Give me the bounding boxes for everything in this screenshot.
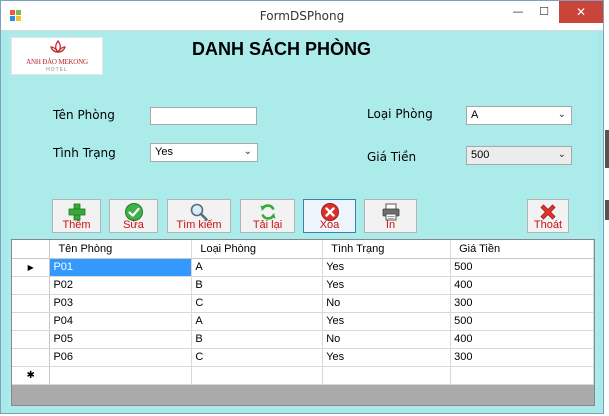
table-cell[interactable]: 500 — [450, 258, 594, 277]
phong-table: Tên Phòng Loại Phòng Tình Trạng Giá Tiền… — [12, 240, 594, 385]
gia-tien-select[interactable]: 500 ⌄ — [466, 146, 572, 165]
table-cell[interactable]: Yes — [322, 258, 452, 277]
tim-kiem-label: Tìm kiếm — [176, 219, 222, 231]
table-header-row: Tên Phòng Loại Phòng Tình Trạng Giá Tiền — [12, 240, 594, 259]
table-cell[interactable]: P01 — [49, 258, 193, 277]
table-cell[interactable]: No — [322, 294, 452, 313]
table-cell[interactable]: Yes — [322, 312, 452, 331]
maximize-button[interactable]: ☐ — [531, 1, 557, 23]
row-header-corner[interactable] — [12, 240, 51, 259]
ten-phong-input[interactable] — [150, 107, 257, 125]
table-cell[interactable]: B — [191, 276, 324, 295]
table-cell[interactable]: P02 — [49, 276, 193, 295]
row-header[interactable] — [12, 312, 51, 331]
xoa-label: Xóa — [319, 219, 340, 231]
title-bar: FormDSPhong — ☐ ✕ — [1, 1, 603, 31]
loai-phong-select[interactable]: A ⌄ — [466, 106, 572, 125]
xoa-button[interactable]: Xóa — [303, 199, 356, 233]
current-row-marker-icon[interactable]: ▶ — [12, 258, 51, 277]
in-label: In — [385, 219, 396, 231]
table-row[interactable]: P04 A Yes 500 — [12, 312, 594, 331]
hotel-logo: ANH ĐÀO MEKONG HOTEL — [11, 37, 103, 75]
table-cell[interactable] — [450, 366, 594, 385]
table-cell[interactable]: 300 — [450, 348, 594, 367]
phong-data-grid[interactable]: Tên Phòng Loại Phòng Tình Trạng Giá Tiền… — [11, 239, 595, 406]
form-client-area: ANH ĐÀO MEKONG HOTEL DANH SÁCH PHÒNG Tên… — [8, 31, 598, 409]
row-header[interactable] — [12, 294, 51, 313]
thoat-button[interactable]: Thoát — [527, 199, 569, 233]
column-header-ten-phong[interactable]: Tên Phòng — [49, 240, 193, 259]
gia-tien-value: 500 — [471, 149, 490, 161]
table-cell[interactable]: 400 — [450, 276, 594, 295]
in-button[interactable]: In — [364, 199, 417, 233]
table-cell[interactable] — [49, 366, 193, 385]
table-cell[interactable]: Yes — [322, 348, 452, 367]
table-row[interactable]: P05 B No 400 — [12, 330, 594, 349]
them-label: Thêm — [62, 219, 91, 231]
logo-sub-text: HOTEL — [46, 67, 68, 73]
table-cell[interactable] — [191, 366, 324, 385]
sua-label: Sửa — [123, 219, 144, 231]
tinh-trang-value: Yes — [155, 146, 173, 158]
row-header[interactable] — [12, 330, 51, 349]
them-button[interactable]: Thêm — [52, 199, 101, 233]
table-cell[interactable]: P06 — [49, 348, 193, 367]
new-row-asterisk-icon[interactable]: ✱ — [12, 366, 51, 385]
row-header[interactable] — [12, 348, 51, 367]
chevron-down-icon: ⌄ — [557, 109, 566, 120]
table-cell[interactable]: 500 — [450, 312, 594, 331]
close-button[interactable]: ✕ — [559, 1, 603, 23]
gia-tien-label: Giá Tiền — [367, 150, 417, 164]
app-window: FormDSPhong — ☐ ✕ ANH ĐÀO MEKONG HOTEL D… — [0, 0, 604, 414]
column-header-gia-tien[interactable]: Giá Tiền — [450, 240, 594, 259]
page-title: DANH SÁCH PHÒNG — [192, 39, 372, 59]
table-row[interactable]: P03 C No 300 — [12, 294, 594, 313]
tai-lai-button[interactable]: Tải lại — [240, 199, 295, 233]
minimize-button[interactable]: — — [505, 1, 531, 23]
table-cell[interactable]: C — [191, 348, 324, 367]
thoat-label: Thoát — [533, 219, 563, 231]
chevron-down-icon: ⌄ — [243, 146, 252, 157]
new-row[interactable]: ✱ — [12, 366, 594, 385]
background-window-edge — [605, 130, 609, 168]
background-window-edge — [605, 200, 609, 220]
table-cell[interactable]: P04 — [49, 312, 193, 331]
table-cell[interactable]: P05 — [49, 330, 193, 349]
chevron-down-icon: ⌄ — [557, 149, 566, 160]
ten-phong-label: Tên Phòng — [53, 108, 115, 122]
table-cell[interactable]: 300 — [450, 294, 594, 313]
table-row[interactable]: P02 B Yes 400 — [12, 276, 594, 295]
table-cell[interactable]: Yes — [322, 276, 452, 295]
tai-lai-label: Tải lại — [252, 219, 283, 231]
tim-kiem-button[interactable]: Tìm kiếm — [167, 199, 231, 233]
table-cell[interactable]: No — [322, 330, 452, 349]
table-cell[interactable] — [322, 366, 452, 385]
loai-phong-label: Loại Phòng — [367, 107, 433, 121]
table-cell[interactable]: 400 — [450, 330, 594, 349]
table-cell[interactable]: A — [191, 258, 324, 277]
table-cell[interactable]: B — [191, 330, 324, 349]
tinh-trang-select[interactable]: Yes ⌄ — [150, 143, 258, 162]
table-cell[interactable]: A — [191, 312, 324, 331]
table-row[interactable]: P06 C Yes 300 — [12, 348, 594, 367]
column-header-tinh-trang[interactable]: Tình Trạng — [322, 240, 452, 259]
column-header-loai-phong[interactable]: Loại Phòng — [191, 240, 324, 259]
table-cell[interactable]: C — [191, 294, 324, 313]
loai-phong-value: A — [471, 109, 479, 121]
sua-button[interactable]: Sửa — [109, 199, 158, 233]
table-row[interactable]: ▶ P01 A Yes 500 — [12, 258, 594, 277]
row-header[interactable] — [12, 276, 51, 295]
logo-brand-text: ANH ĐÀO MEKONG — [26, 58, 88, 66]
tinh-trang-label: Tình Trạng — [53, 146, 116, 160]
cherry-blossom-icon — [50, 39, 66, 53]
table-cell[interactable]: P03 — [49, 294, 193, 313]
